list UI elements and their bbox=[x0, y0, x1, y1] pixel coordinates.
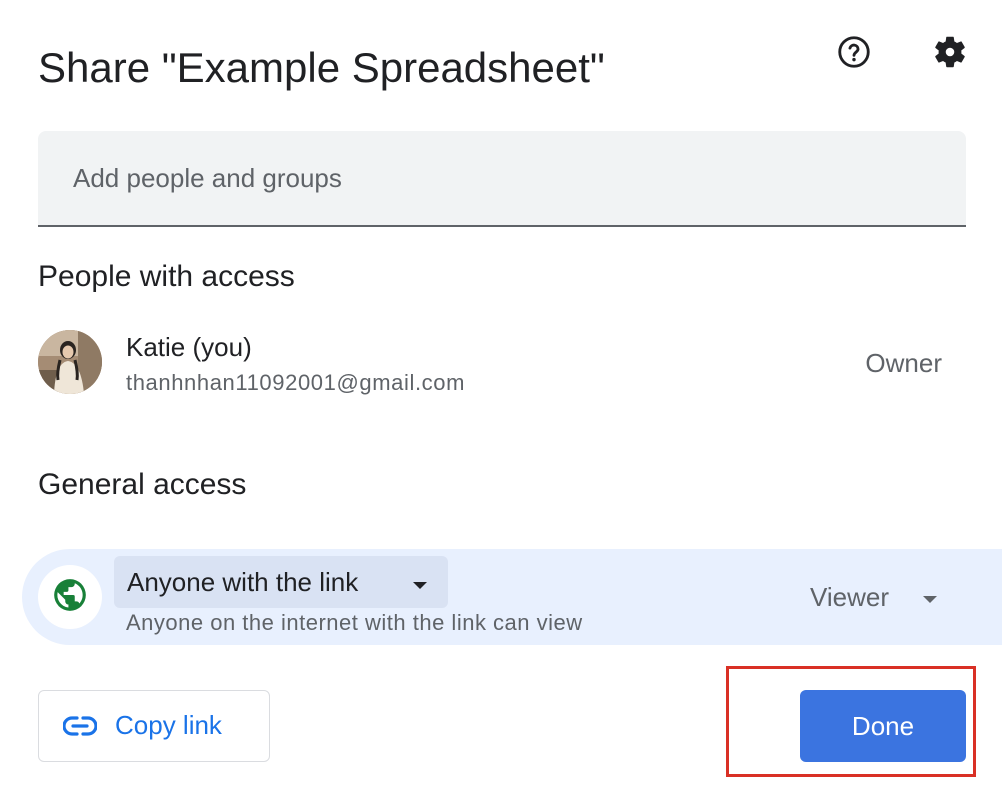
access-description: Anyone on the internet with the link can… bbox=[126, 610, 583, 635]
role-label: Viewer bbox=[810, 582, 890, 612]
dialog-title: Share "Example Spreadsheet" bbox=[38, 44, 605, 91]
general-access-heading: General access bbox=[38, 468, 247, 501]
people-with-access-heading: People with access bbox=[38, 260, 295, 293]
done-button[interactable]: Done bbox=[800, 690, 966, 762]
add-people-input[interactable] bbox=[38, 131, 966, 225]
done-label: Done bbox=[851, 711, 915, 741]
person-email: thanhnhan11092001@gmail.com bbox=[126, 370, 466, 395]
person-name: Katie (you) bbox=[126, 332, 252, 362]
chevron-down-icon bbox=[412, 578, 428, 596]
general-access-panel: Anyone with the link Anyone on the inter… bbox=[22, 549, 1002, 645]
chevron-down-icon bbox=[922, 592, 938, 610]
help-circle-icon bbox=[836, 34, 872, 70]
person-role: Owner bbox=[865, 348, 942, 378]
link-icon bbox=[62, 714, 98, 743]
copy-link-button[interactable]: Copy link bbox=[38, 690, 270, 762]
link-scope-label: Anyone with the link bbox=[127, 567, 359, 597]
globe-icon bbox=[51, 576, 89, 619]
avatar bbox=[38, 330, 102, 394]
link-scope-dropdown[interactable]: Anyone with the link bbox=[114, 556, 448, 608]
copy-link-label: Copy link bbox=[115, 710, 222, 740]
globe-icon-container bbox=[38, 565, 102, 629]
gear-icon bbox=[931, 33, 969, 71]
person-row: Katie (you) thanhnhan11092001@gmail.com … bbox=[38, 330, 966, 396]
add-people-field bbox=[38, 131, 966, 227]
share-dialog: Share "Example Spreadsheet" People with … bbox=[0, 0, 1002, 794]
settings-button[interactable] bbox=[926, 28, 974, 76]
help-button[interactable] bbox=[830, 28, 878, 76]
role-dropdown[interactable]: Viewer bbox=[798, 577, 948, 617]
